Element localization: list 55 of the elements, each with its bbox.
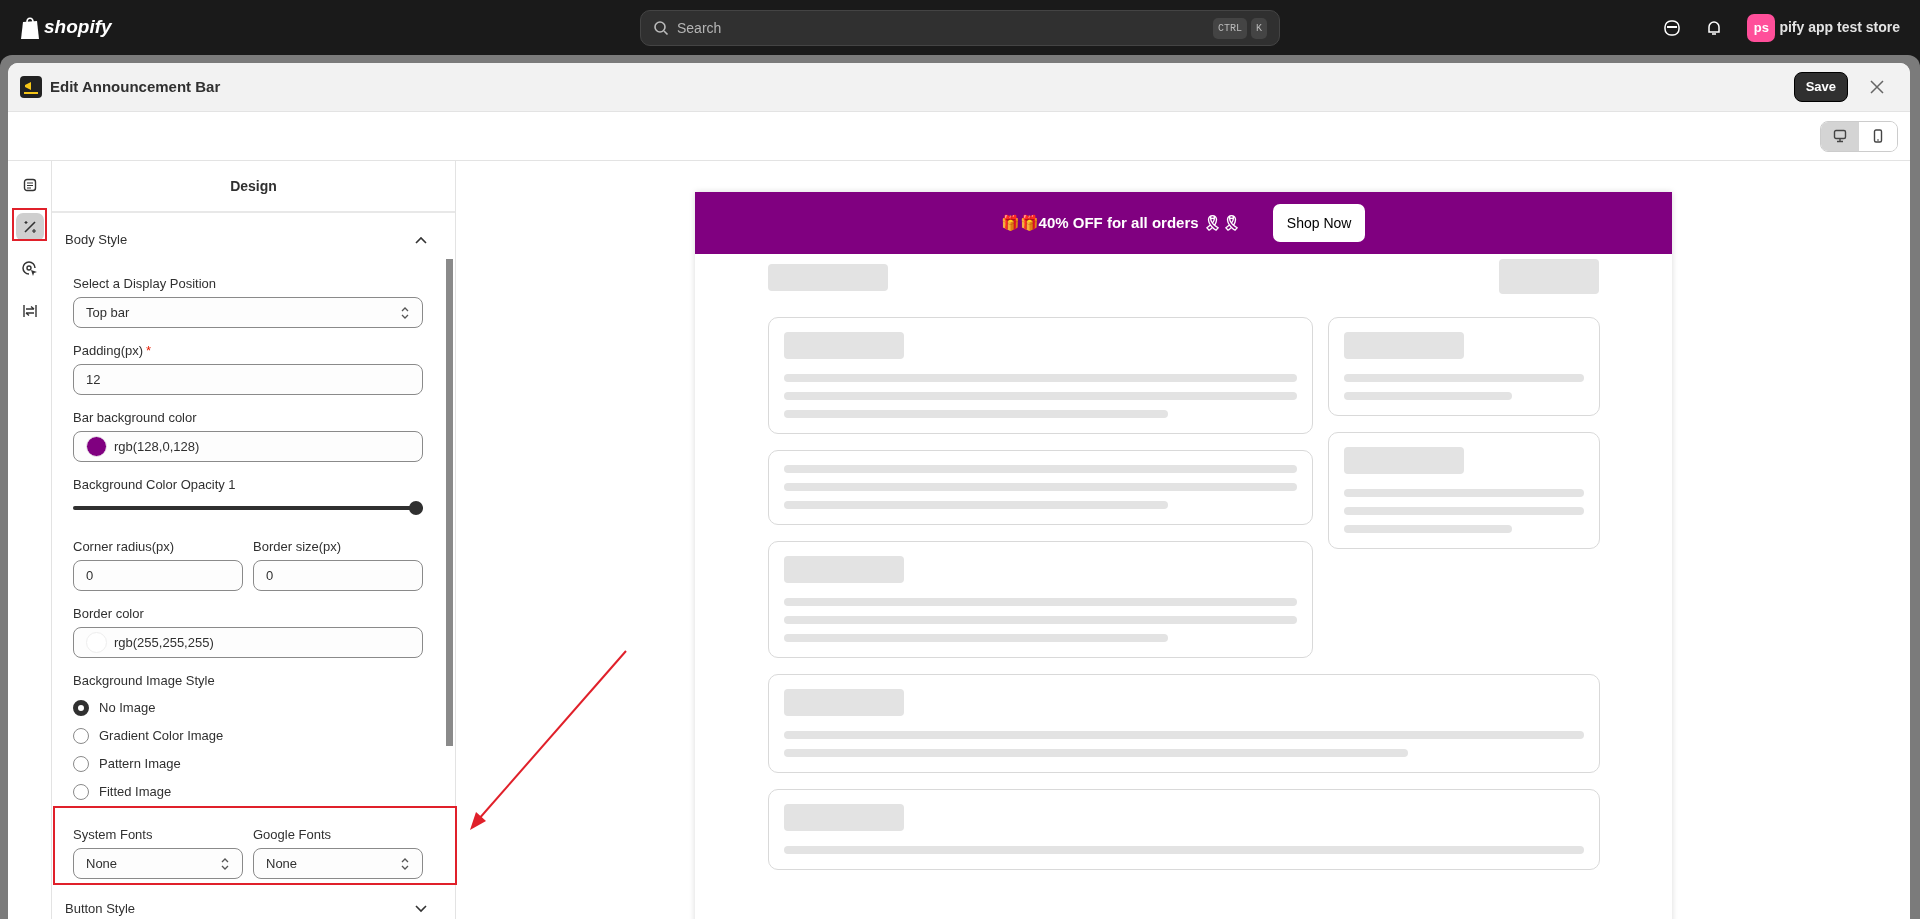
scrollbar-thumb[interactable] [446, 259, 453, 746]
section-title[interactable]: Body Style [65, 230, 128, 250]
radio-label[interactable]: Gradient Color Image [99, 726, 224, 746]
search-icon [653, 20, 669, 36]
phone-icon [1871, 129, 1885, 143]
radio-label[interactable]: No Image [99, 698, 156, 718]
color-swatch[interactable] [86, 436, 107, 457]
color-value[interactable]: rgb(128,0,128) [114, 436, 200, 457]
select-field[interactable]: Top bar [73, 297, 423, 328]
search-field[interactable]: Search CTRL K [640, 10, 1280, 46]
radio-label[interactable]: Fitted Image [99, 782, 172, 802]
radio-button[interactable] [73, 700, 89, 716]
input-field[interactable]: 0 [73, 560, 243, 591]
search-placeholder: Search [677, 18, 723, 38]
field-label: Background Color Opacity 1 [73, 476, 236, 495]
shopify-logo-text[interactable]: shopify [44, 13, 112, 42]
field-label: System Fonts [73, 826, 153, 845]
field-label: Background Image Style [73, 672, 215, 691]
shortcut-key: CTRL [1212, 17, 1247, 39]
panel-title: Design [230, 176, 277, 196]
field-label: Corner radius(px) [73, 538, 175, 557]
chevron-down-icon[interactable] [415, 905, 427, 913]
required-asterisk: * [146, 342, 152, 361]
shopify-bag-icon [20, 15, 40, 40]
shortcut-key: K [1251, 17, 1267, 39]
monitor-icon [1833, 129, 1847, 143]
modal-title: Edit Announcement Bar [50, 76, 221, 97]
field-label: Border size(px) [253, 538, 342, 557]
select-field[interactable]: None [253, 848, 423, 879]
up-down-icon [400, 856, 410, 871]
up-down-icon [220, 856, 230, 871]
desktop-view-button[interactable] [1821, 121, 1859, 151]
magic-wand-icon[interactable] [15, 213, 44, 241]
announcement-text: 🎁🎁40% OFF for all orders 🎗🎗 [1000, 212, 1241, 233]
field-label: Bar background color [73, 409, 197, 428]
field-label: Select a Display Position [73, 275, 217, 294]
radio-label[interactable]: Pattern Image [99, 754, 181, 774]
megaphone-logo-icon [20, 76, 42, 98]
shop-now-button[interactable]: Shop Now [1272, 204, 1366, 242]
section-title[interactable]: Button Style [65, 899, 136, 919]
field-label: Padding(px) [73, 342, 144, 361]
slider-thumb[interactable] [409, 501, 423, 515]
select-field[interactable]: None [73, 848, 243, 879]
slider-track[interactable] [73, 501, 423, 515]
field-label: Border color [73, 605, 144, 624]
chevron-up-icon[interactable] [415, 236, 427, 244]
save-button[interactable]: Save [1793, 72, 1848, 102]
color-value[interactable]: rgb(255,255,255) [114, 632, 214, 653]
input-field[interactable]: 12 [73, 364, 423, 395]
field-label: Google Fonts [253, 826, 332, 845]
input-field[interactable]: 0 [253, 560, 423, 591]
store-name[interactable]: pify app test store [1779, 17, 1900, 38]
up-down-icon [400, 305, 410, 320]
annotation-box [12, 208, 47, 241]
close-icon[interactable] [1870, 80, 1884, 94]
